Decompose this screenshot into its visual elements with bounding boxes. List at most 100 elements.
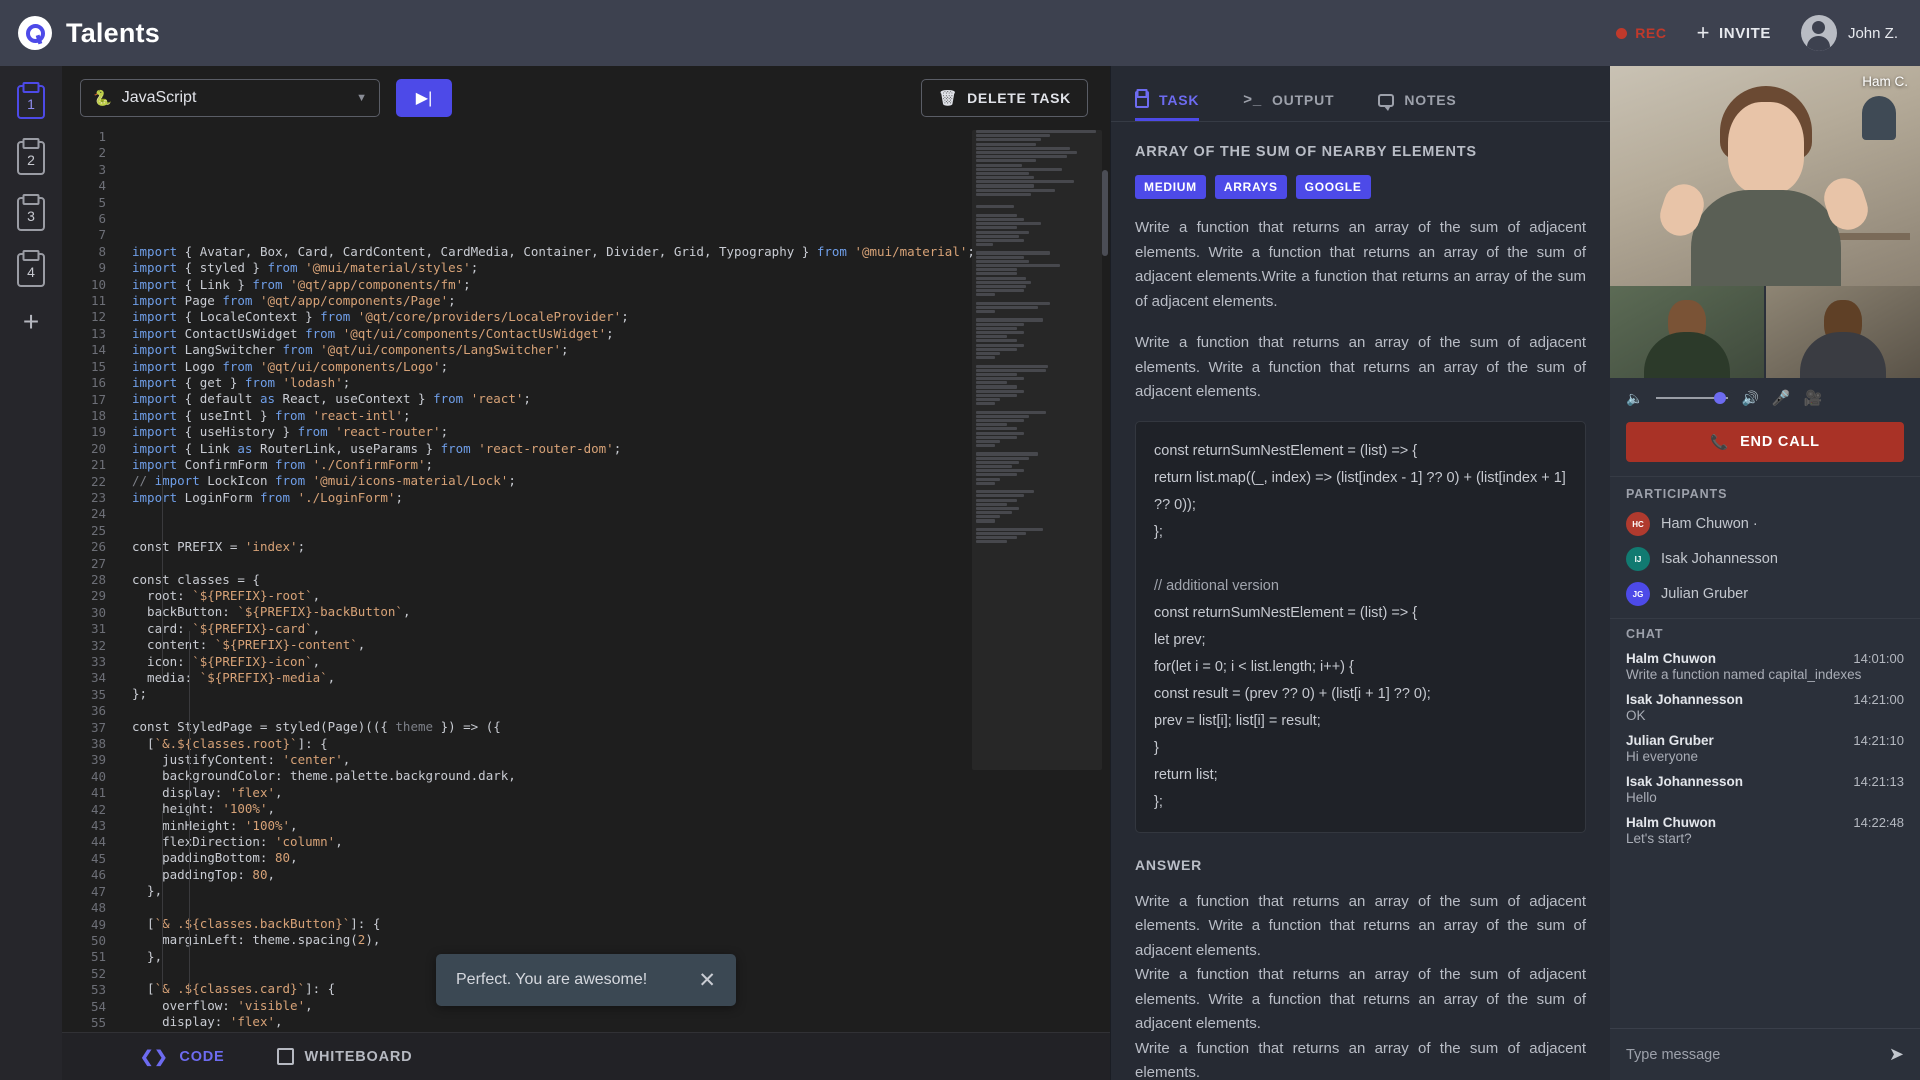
run-button[interactable]: ▶| bbox=[396, 79, 452, 117]
chat-text: Hello bbox=[1626, 790, 1657, 805]
rail-item-3[interactable]: 3 bbox=[13, 192, 49, 236]
delete-task-button[interactable]: 🗑 DELETE TASK bbox=[921, 79, 1088, 117]
line-number: 54 bbox=[90, 998, 106, 1014]
speaker-high-icon[interactable]: 🔊 bbox=[1741, 390, 1758, 407]
header-actions: REC + INVITE John Z. bbox=[1616, 15, 1898, 51]
rail-item-1[interactable]: 1 bbox=[13, 80, 49, 124]
task-panel: TASK >_ OUTPUT NOTES ARRAY OF THE SUM OF… bbox=[1110, 66, 1610, 1080]
code-line: card: `${PREFIX}-card`, bbox=[147, 620, 321, 636]
line-number: 5 bbox=[98, 194, 106, 210]
user-avatar-icon bbox=[1800, 15, 1837, 51]
tab-whiteboard[interactable]: WHITEBOARD bbox=[276, 1048, 413, 1065]
volume-slider[interactable] bbox=[1656, 392, 1729, 404]
phone-hangup-icon: 📞 bbox=[1710, 434, 1730, 451]
line-number: 21 bbox=[90, 457, 106, 473]
code-line: import { get } from 'lodash'; bbox=[132, 374, 351, 390]
answer-paragraph: Write a function that returns an array o… bbox=[1135, 966, 1586, 1032]
recording-indicator[interactable]: REC bbox=[1616, 25, 1666, 41]
tab-notes[interactable]: NOTES bbox=[1378, 92, 1456, 121]
tab-task-label: TASK bbox=[1159, 91, 1200, 108]
code-line: import Logo from '@qt/ui/components/Logo… bbox=[132, 358, 449, 374]
line-number: 49 bbox=[90, 916, 106, 932]
answer-paragraph: Write a function that returns an array o… bbox=[1135, 1039, 1586, 1080]
plus-icon: + bbox=[1696, 20, 1711, 45]
task-tag: MEDIUM bbox=[1135, 175, 1206, 199]
line-number: 4 bbox=[98, 178, 106, 194]
code-editor[interactable]: 1 2 3 4 5 6 7 8 9 10 11 12 13 14 15 16 17 18 19 20 21 22 23 24 2… bbox=[62, 130, 1110, 1032]
app-root: Talents REC + INVITE John Z. 1 2 3 4 + 🐍… bbox=[0, 0, 1920, 1080]
chat-section[interactable]: CHAT Halm Chuwon 14:01:00 Write a function… bbox=[1610, 618, 1920, 1028]
code-line: [`&.${classes.root}`]: { bbox=[132, 735, 328, 751]
user-menu[interactable]: John Z. bbox=[1800, 15, 1898, 51]
tab-task[interactable]: TASK bbox=[1135, 91, 1200, 121]
line-number: 39 bbox=[90, 752, 106, 768]
video-thumbnail[interactable] bbox=[1610, 286, 1764, 378]
line-number: 29 bbox=[90, 588, 106, 604]
chat-timestamp: 14:21:13 bbox=[1853, 774, 1904, 789]
square-icon bbox=[276, 1048, 294, 1065]
toast-message: Perfect. You are awesome! bbox=[456, 971, 648, 988]
participant-row[interactable]: JG Julian Gruber bbox=[1626, 582, 1904, 606]
line-number: 12 bbox=[90, 309, 106, 325]
rail-item-4[interactable]: 4 bbox=[13, 248, 49, 292]
task-paragraph: Write a function that returns an array o… bbox=[1135, 334, 1586, 400]
language-select[interactable]: 🐍 JavaScript ▼ bbox=[80, 79, 380, 117]
participant-name: Isak Johannesson bbox=[1661, 551, 1778, 567]
invite-button[interactable]: + INVITE bbox=[1697, 22, 1771, 44]
chat-message-input[interactable] bbox=[1626, 1046, 1879, 1063]
editor-footer: ❮❯ CODE WHITEBOARD bbox=[62, 1032, 1110, 1080]
line-number: 28 bbox=[90, 571, 106, 587]
line-number: 46 bbox=[90, 867, 106, 883]
participant-name: Julian Gruber bbox=[1661, 586, 1749, 602]
task-code-line: let prev; bbox=[1154, 631, 1206, 648]
line-number: 37 bbox=[90, 719, 106, 735]
chat-text: Hi everyone bbox=[1626, 749, 1699, 764]
line-number: 11 bbox=[90, 293, 106, 309]
volume-slider-knob[interactable] bbox=[1714, 392, 1727, 404]
code-line: }, bbox=[132, 883, 163, 899]
tab-code[interactable]: ❮❯ CODE bbox=[140, 1047, 225, 1067]
user-name: John Z. bbox=[1847, 24, 1898, 42]
task-code-line bbox=[1154, 546, 1567, 573]
speaker-low-icon[interactable]: 🔈 bbox=[1626, 390, 1643, 407]
vertical-scrollbar[interactable] bbox=[1102, 170, 1108, 256]
tab-output[interactable]: >_ OUTPUT bbox=[1243, 91, 1334, 121]
code-line: import LoginForm from './LoginForm'; bbox=[132, 489, 403, 505]
line-number: 3 bbox=[98, 161, 106, 177]
microphone-icon[interactable]: 🎤 bbox=[1772, 389, 1791, 407]
code-line: content: `${PREFIX}-content`, bbox=[132, 637, 366, 653]
task-content[interactable]: ARRAY OF THE SUM OF NEARBY ELEMENTS MEDI… bbox=[1111, 122, 1610, 1080]
line-number: 19 bbox=[90, 424, 106, 440]
chat-message-list: Halm Chuwon 14:01:00 Write a function name… bbox=[1626, 651, 1904, 846]
video-person-body bbox=[1691, 190, 1841, 286]
minimap-slider[interactable] bbox=[972, 130, 1102, 770]
rail-item-2[interactable]: 2 bbox=[13, 136, 49, 180]
line-number: 18 bbox=[90, 407, 106, 423]
code-line: icon: `${PREFIX}-icon`, bbox=[147, 653, 321, 669]
code-line: [`& .${classes.backButton}`]: { bbox=[132, 915, 381, 931]
end-call-button[interactable]: 📞 END CALL bbox=[1626, 422, 1904, 462]
code-line: // import LockIcon from '@mui/icons-mate… bbox=[132, 473, 516, 489]
send-icon[interactable]: ➤ bbox=[1889, 1044, 1904, 1065]
main-video-tile[interactable]: Ham C. bbox=[1610, 66, 1920, 286]
add-task-button[interactable]: + bbox=[23, 306, 39, 338]
brand[interactable]: Talents bbox=[18, 16, 160, 50]
video-thumbnail-strip bbox=[1610, 286, 1920, 378]
task-tabs: TASK >_ OUTPUT NOTES bbox=[1111, 66, 1610, 122]
chat-message: Halm Chuwon 14:01:00 Write a function name… bbox=[1626, 651, 1904, 682]
close-icon[interactable]: ✕ bbox=[698, 970, 716, 991]
code-content[interactable]: import { Avatar, Box, Card, CardContent,… bbox=[118, 130, 1110, 1032]
participant-row[interactable]: HC Ham Chuwon · bbox=[1626, 512, 1904, 536]
participant-row[interactable]: IJ Isak Johannesson bbox=[1626, 547, 1904, 571]
camera-icon[interactable]: 🎥 bbox=[1804, 389, 1823, 407]
code-line: import { Link as RouterLink, useParams }… bbox=[132, 440, 622, 456]
tab-whiteboard-label: WHITEBOARD bbox=[304, 1048, 413, 1065]
chat-author: Isak Johannesson bbox=[1626, 692, 1744, 707]
line-number: 52 bbox=[90, 965, 106, 981]
task-code-line: for(let i = 0; i < list.length; i++) { bbox=[1154, 658, 1354, 675]
line-number: 44 bbox=[90, 834, 106, 850]
video-thumbnail[interactable] bbox=[1766, 286, 1920, 378]
code-line: import Page from '@qt/app/components/Pag… bbox=[132, 293, 456, 309]
chat-message: Isak Johannesson 14:21:00 OK bbox=[1626, 692, 1904, 723]
line-number: 41 bbox=[90, 785, 106, 801]
